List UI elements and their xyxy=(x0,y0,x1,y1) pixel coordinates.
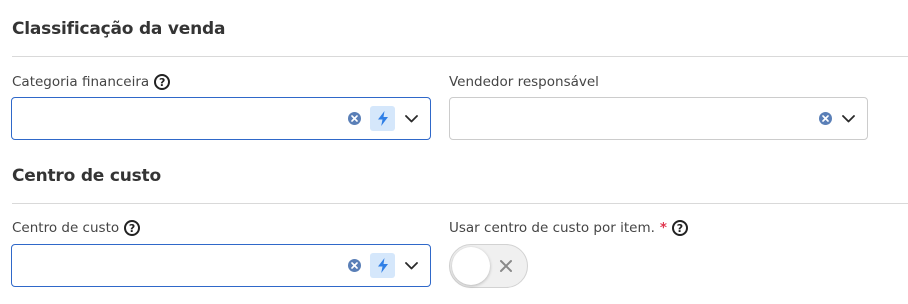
quick-add-button[interactable] xyxy=(370,106,395,131)
section-title-cost-center: Centro de custo xyxy=(12,166,161,186)
lightning-bolt-icon xyxy=(377,111,388,126)
use-per-item-toggle[interactable] xyxy=(449,244,528,288)
select-controls xyxy=(348,245,430,286)
responsible-seller-label-text: Vendedor responsável xyxy=(449,74,599,90)
responsible-seller-select[interactable] xyxy=(449,97,868,140)
required-asterisk: * xyxy=(659,220,667,236)
clear-icon[interactable] xyxy=(348,259,361,272)
select-controls xyxy=(348,98,430,139)
use-per-item-label: Usar centro de custo por item. * ? xyxy=(449,220,688,236)
toggle-knob[interactable] xyxy=(452,247,490,285)
section-title-sale-classification: Classificação da venda xyxy=(12,19,226,39)
chevron-down-icon[interactable] xyxy=(841,112,855,126)
lightning-bolt-icon xyxy=(377,258,388,273)
chevron-down-icon[interactable] xyxy=(404,112,418,126)
quick-add-button[interactable] xyxy=(370,253,395,278)
financial-category-select[interactable] xyxy=(11,97,431,140)
chevron-down-icon[interactable] xyxy=(404,259,418,273)
financial-category-label: Categoria financeira ? xyxy=(12,74,171,90)
cost-center-label: Centro de custo ? xyxy=(12,220,141,236)
clear-icon[interactable] xyxy=(819,112,832,125)
section-divider xyxy=(12,203,908,204)
use-per-item-label-text: Usar centro de custo por item. xyxy=(449,220,655,236)
select-controls xyxy=(819,98,867,139)
responsible-seller-label: Vendedor responsável xyxy=(449,74,599,90)
clear-icon[interactable] xyxy=(348,112,361,125)
cost-center-select[interactable] xyxy=(11,244,431,287)
cost-center-label-text: Centro de custo xyxy=(12,220,120,236)
help-icon[interactable]: ? xyxy=(124,220,141,236)
section-divider xyxy=(12,56,908,57)
financial-category-label-text: Categoria financeira xyxy=(12,74,150,90)
help-icon[interactable]: ? xyxy=(154,74,171,90)
help-icon[interactable]: ? xyxy=(671,220,688,236)
x-icon xyxy=(500,260,512,272)
